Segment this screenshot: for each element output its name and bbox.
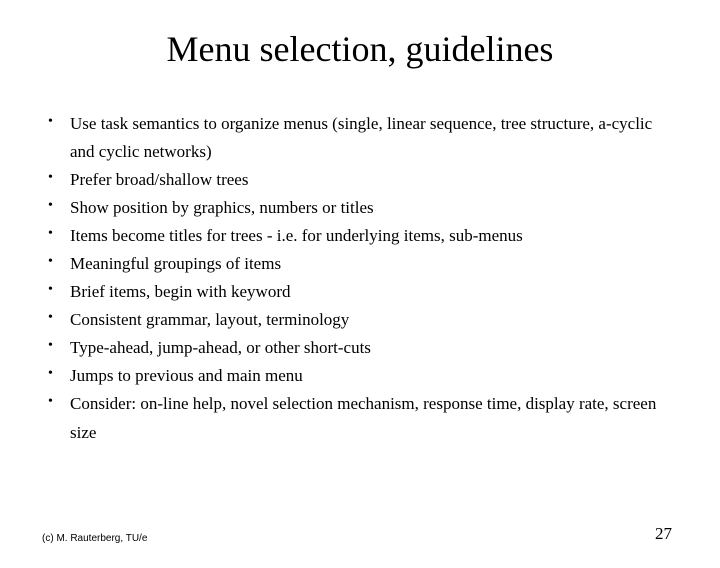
list-item-text: Items become titles for trees - i.e. for…: [70, 222, 680, 250]
list-item-text: Show position by graphics, numbers or ti…: [70, 194, 680, 222]
list-item-text: Prefer broad/shallow trees: [70, 166, 680, 194]
list-item: • Consistent grammar, layout, terminolog…: [42, 306, 680, 334]
bullet-icon: •: [42, 222, 70, 245]
bullet-icon: •: [42, 250, 70, 273]
list-item: • Jumps to previous and main menu: [42, 362, 680, 390]
list-item: • Items become titles for trees - i.e. f…: [42, 222, 680, 250]
bullet-icon: •: [42, 390, 70, 413]
list-item: • Consider: on-line help, novel selectio…: [42, 390, 680, 446]
list-item-text: Type-ahead, jump-ahead, or other short-c…: [70, 334, 680, 362]
list-item: • Use task semantics to organize menus (…: [42, 110, 680, 166]
list-item-text: Meaningful groupings of items: [70, 250, 680, 278]
list-item: • Show position by graphics, numbers or …: [42, 194, 680, 222]
page-number: 27: [655, 524, 672, 544]
list-item: • Type-ahead, jump-ahead, or other short…: [42, 334, 680, 362]
bullet-icon: •: [42, 194, 70, 217]
bullet-icon: •: [42, 334, 70, 357]
list-item-text: Consider: on-line help, novel selection …: [70, 390, 680, 446]
list-item-text: Consistent grammar, layout, terminology: [70, 306, 680, 334]
bullet-list: • Use task semantics to organize menus (…: [42, 110, 680, 447]
list-item-text: Use task semantics to organize menus (si…: [70, 110, 680, 166]
bullet-icon: •: [42, 278, 70, 301]
list-item: • Brief items, begin with keyword: [42, 278, 680, 306]
bullet-icon: •: [42, 166, 70, 189]
bullet-icon: •: [42, 306, 70, 329]
content-area: • Use task semantics to organize menus (…: [0, 110, 720, 447]
list-item: • Meaningful groupings of items: [42, 250, 680, 278]
page-title: Menu selection, guidelines: [0, 28, 720, 70]
list-item: • Prefer broad/shallow trees: [42, 166, 680, 194]
copyright-text: (c) M. Rauterberg, TU/e: [42, 533, 147, 544]
footer: (c) M. Rauterberg, TU/e 27: [0, 524, 720, 544]
bullet-icon: •: [42, 110, 70, 133]
list-item-text: Brief items, begin with keyword: [70, 278, 680, 306]
list-item-text: Jumps to previous and main menu: [70, 362, 680, 390]
bullet-icon: •: [42, 362, 70, 385]
